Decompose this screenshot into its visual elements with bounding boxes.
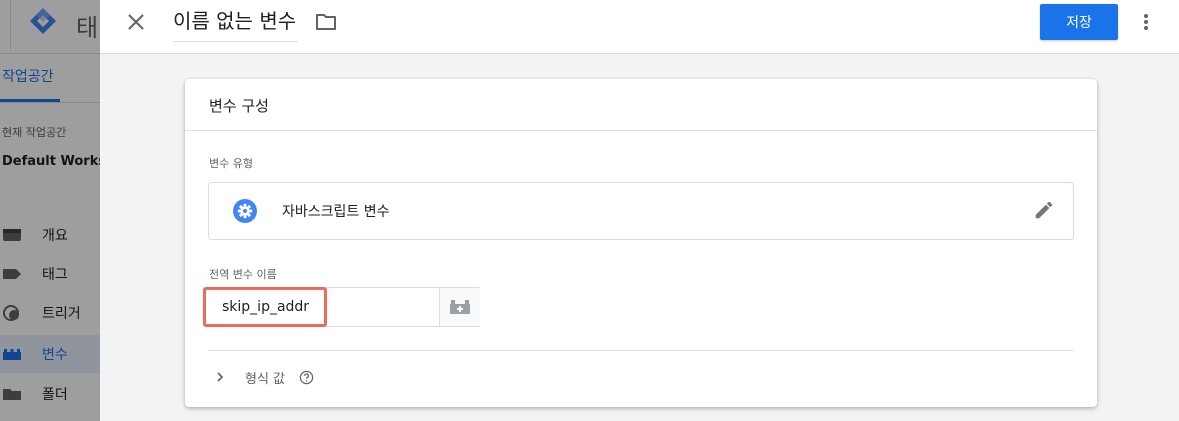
editor-topbar: 이름 없는 변수 저장 <box>100 0 1179 54</box>
variable-configuration-card: 변수 구성 변수 유형 자바스크립트 변수 전역 변수 이름 skip_ip_a… <box>185 79 1097 407</box>
gear-icon <box>233 199 257 223</box>
global-variable-name-label: 전역 변수 이름 <box>209 268 277 281</box>
background-sidebar: 태 작업공간 현재 작업공간 Default Workspace 개요 태그 트… <box>0 0 100 421</box>
close-icon[interactable] <box>124 10 148 34</box>
card-title: 변수 구성 <box>209 97 269 115</box>
variable-type-name: 자바스크립트 변수 <box>282 204 390 220</box>
variable-type-selector[interactable]: 자바스크립트 변수 <box>208 182 1074 240</box>
variable-title: 이름 없는 변수 <box>173 9 297 33</box>
add-variable-icon <box>450 300 470 314</box>
highlighted-variable-name: skip_ip_addr <box>222 299 310 315</box>
highlight-annotation: skip_ip_addr <box>203 287 327 327</box>
insert-variable-button[interactable] <box>440 288 480 326</box>
format-value-label: 형식 값 <box>245 372 286 387</box>
more-vert-icon[interactable] <box>1134 10 1158 34</box>
chevron-right-icon <box>217 372 224 382</box>
modal-backdrop[interactable] <box>0 0 100 421</box>
card-divider <box>208 350 1074 351</box>
save-button[interactable]: 저장 <box>1040 4 1118 40</box>
help-icon[interactable] <box>299 370 314 385</box>
folder-icon[interactable] <box>314 10 338 34</box>
variable-name-field[interactable]: 이름 없는 변수 <box>173 4 299 42</box>
format-value-toggle[interactable]: 형식 값 <box>208 363 508 391</box>
edit-pencil-icon[interactable] <box>1033 199 1055 221</box>
card-header: 변수 구성 <box>185 79 1097 131</box>
variable-type-label: 변수 유형 <box>209 157 253 170</box>
